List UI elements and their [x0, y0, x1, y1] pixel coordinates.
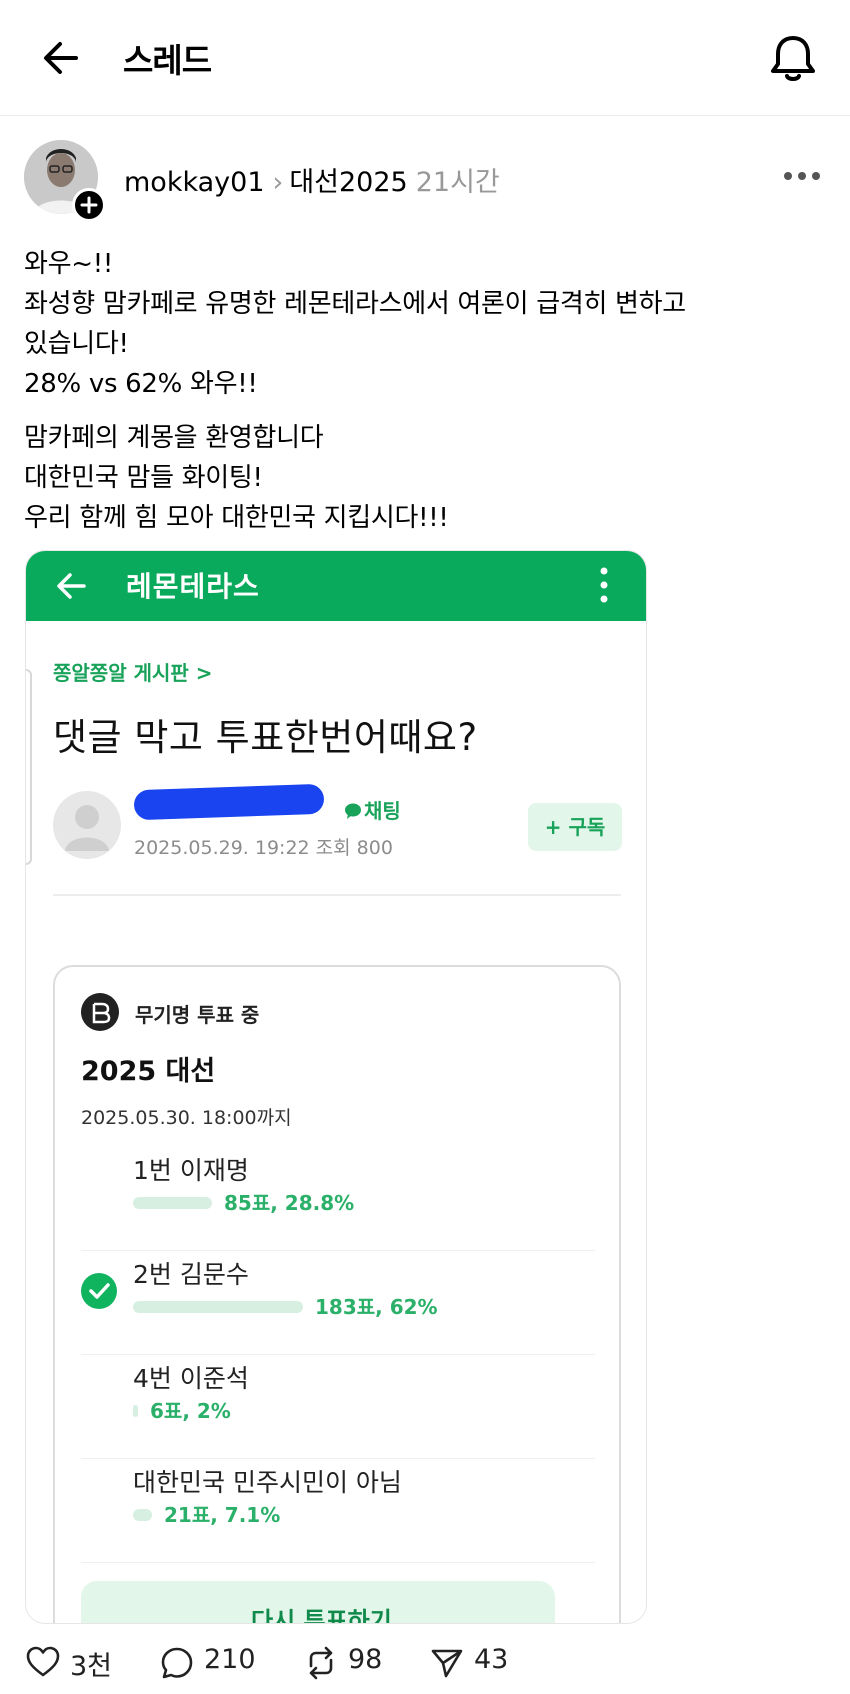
vote-option: 대한민국 민주시민이 아님 21표, 7.1% [81, 1463, 595, 1563]
post-time: 21시간 [415, 167, 500, 198]
embed-app-bar: 레몬테라스 [26, 551, 646, 621]
ballot-icon [81, 993, 119, 1031]
share-count: 43 [474, 1644, 509, 1675]
vote-option-count: 6표, 2% [150, 1399, 231, 1423]
comment-count: 210 [204, 1644, 256, 1675]
embed-left-edge [26, 669, 32, 865]
vote-option-name: 2번 김문수 [133, 1260, 249, 1289]
follow-plus-icon[interactable] [72, 188, 106, 222]
topic-tag[interactable]: 대선2025 [289, 167, 407, 198]
chevron-right-icon: › [272, 167, 284, 198]
post-body: 와우~!! 좌성향 맘카페로 유명한 레몬테라스에서 여론이 급격히 변하고 있… [24, 244, 804, 538]
back-arrow-icon[interactable] [40, 38, 84, 78]
notification-bell-icon[interactable] [768, 32, 818, 84]
post-line: 대한민국 맘들 화이팅! [24, 463, 263, 493]
post-line: 28% vs 62% 와우!! [24, 369, 258, 399]
embed-post-title: 댓글 막고 투표한번어때요? [53, 716, 478, 759]
selected-check-icon [81, 1273, 117, 1309]
embed-kebab-icon [596, 563, 612, 607]
vote-option-bar [133, 1301, 303, 1313]
vote-option-bar [133, 1509, 152, 1521]
vote-option-name: 4번 이준석 [133, 1364, 249, 1393]
embedded-screenshot[interactable]: 레몬테라스 쫑알쫑알 게시판 > 댓글 막고 투표한번어때요? 채팅 2025.… [25, 550, 647, 1624]
post-line: 좌성향 맘카페로 유명한 레몬테라스에서 여론이 급격히 변하고 [24, 289, 686, 319]
vote-deadline: 2025.05.30. 18:00까지 [81, 1107, 292, 1129]
vote-option-name: 대한민국 민주시민이 아님 [133, 1468, 402, 1497]
repost-icon [309, 1646, 333, 1680]
top-app-bar: 스레드 [0, 0, 850, 116]
vote-title: 2025 대선 [81, 1056, 216, 1087]
revote-label: 다시 투표하기 [251, 1607, 392, 1624]
embed-app-title: 레몬테라스 [126, 570, 260, 603]
embed-subscribe-button: + 구독 [528, 803, 622, 851]
redaction-scribble [133, 783, 325, 821]
vote-status: 무기명 투표 중 [135, 1003, 260, 1027]
like-button[interactable]: 3천 [26, 1642, 116, 1682]
vote-option: 2번 김문수 183표, 62% [81, 1255, 595, 1355]
vote-option-count: 85표, 28.8% [224, 1191, 355, 1215]
comment-button[interactable]: 210 [160, 1642, 260, 1682]
vote-option-count: 21표, 7.1% [164, 1503, 281, 1527]
post-line: 있습니다! [24, 329, 129, 359]
embed-board-link: 쫑알쫑알 게시판 > [53, 661, 213, 685]
embed-profile-placeholder-icon [53, 791, 121, 859]
post-author-line: mokkay01 › 대선2025 21시간 [124, 160, 500, 199]
vote-option-bar [133, 1405, 138, 1417]
repost-button[interactable]: 98 [304, 1642, 394, 1682]
vote-option: 4번 이준석 6표, 2% [81, 1359, 595, 1459]
page-title: 스레드 [123, 41, 212, 80]
post-line: 맘카페의 계몽을 환영합니다 [24, 423, 324, 453]
author-username[interactable]: mokkay01 [124, 167, 265, 198]
send-icon [431, 1649, 463, 1678]
revote-button: 다시 투표하기 [81, 1581, 555, 1624]
share-button[interactable]: 43 [430, 1642, 520, 1682]
like-count: 3천 [70, 1651, 113, 1682]
post-action-bar: 3천 210 98 43 [0, 1642, 850, 1686]
embed-post-meta: 2025.05.29. 19:22 조회 800 [134, 837, 393, 859]
vote-option-name: 1번 이재명 [133, 1156, 249, 1185]
more-options-icon[interactable] [782, 164, 822, 188]
embed-divider [53, 894, 621, 896]
post-paragraph: 와우~!! 좌성향 맘카페로 유명한 레몬테라스에서 여론이 급격히 변하고 있… [24, 244, 804, 404]
post-line: 와우~!! [24, 249, 113, 279]
vote-option-count: 183표, 62% [315, 1295, 438, 1319]
embed-back-arrow-icon [54, 569, 88, 603]
post-line: 우리 함께 힘 모아 대한민국 지킵시다!!! [24, 503, 449, 533]
vote-card: 무기명 투표 중 2025 대선 2025.05.30. 18:00까지 1번 … [53, 965, 621, 1624]
embed-chat-link: 채팅 [344, 795, 401, 824]
comment-bubble-icon [161, 1647, 193, 1679]
vote-option: 1번 이재명 85표, 28.8% [81, 1151, 595, 1251]
post-paragraph: 맘카페의 계몽을 환영합니다 대한민국 맘들 화이팅! 우리 함께 힘 모아 대… [24, 418, 804, 538]
vote-option-bar [133, 1197, 212, 1209]
embed-chat-label: 채팅 [364, 799, 401, 823]
repost-count: 98 [348, 1644, 383, 1675]
heart-icon [26, 1646, 60, 1677]
